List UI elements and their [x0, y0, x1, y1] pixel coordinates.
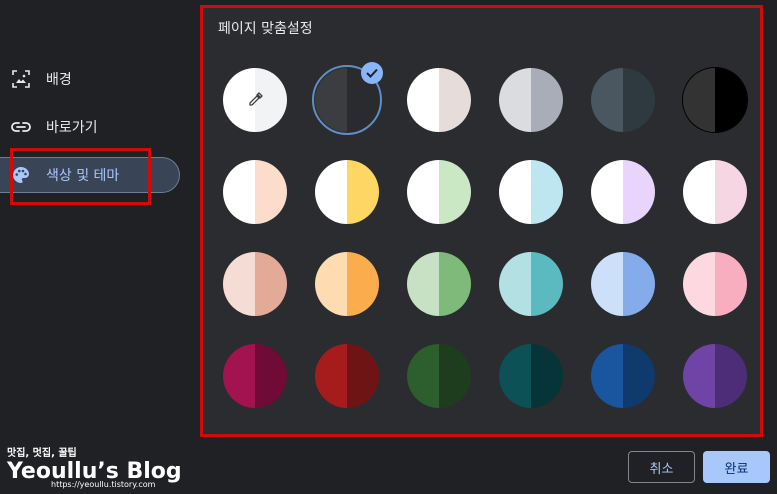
color-swatch[interactable] — [407, 344, 471, 408]
color-swatch[interactable] — [315, 160, 379, 224]
color-swatch[interactable] — [315, 252, 379, 316]
color-swatch[interactable] — [223, 252, 287, 316]
watermark-subtitle: 맛집, 멋집, 꿀팁 — [7, 448, 77, 459]
sidebar-item-label: 색상 및 테마 — [46, 168, 120, 184]
color-swatch[interactable] — [591, 68, 655, 132]
done-button[interactable]: 완료 — [703, 451, 770, 483]
color-swatch[interactable] — [683, 160, 747, 224]
color-swatch[interactable] — [499, 160, 563, 224]
color-swatch[interactable] — [407, 68, 471, 132]
palette-icon — [10, 164, 32, 186]
color-swatch[interactable] — [683, 252, 747, 316]
color-swatch[interactable] — [223, 68, 287, 132]
sidebar-item-label: 배경 — [46, 72, 72, 88]
color-swatch[interactable] — [591, 160, 655, 224]
sidebar-item-background[interactable]: 배경 — [0, 61, 180, 97]
color-swatch[interactable] — [683, 68, 747, 132]
eyedropper-icon — [247, 92, 263, 108]
color-swatch[interactable] — [591, 344, 655, 408]
color-swatch[interactable] — [407, 160, 471, 224]
customize-page-panel: 페이지 맞춤설정 — [203, 6, 762, 435]
color-swatch[interactable] — [591, 252, 655, 316]
background-image-icon — [10, 68, 32, 90]
sidebar: 배경 바로가기 색상 및 테마 — [0, 0, 195, 494]
color-swatch[interactable] — [407, 252, 471, 316]
panel-title: 페이지 맞춤설정 — [218, 21, 313, 37]
blog-watermark: 맛집, 멋집, 꿀팁 Yeoullu’s Blog https://yeoull… — [7, 444, 182, 489]
check-icon — [361, 62, 383, 84]
watermark-url: https://yeoullu.tistory.com — [51, 480, 156, 489]
link-icon — [10, 116, 32, 138]
sidebar-item-colors-theme[interactable]: 색상 및 테마 — [0, 157, 180, 193]
color-swatch[interactable] — [499, 68, 563, 132]
color-swatch[interactable] — [223, 160, 287, 224]
color-swatch[interactable] — [315, 344, 379, 408]
sidebar-item-shortcuts[interactable]: 바로가기 — [0, 109, 180, 145]
color-swatch[interactable] — [683, 344, 747, 408]
color-swatch[interactable] — [499, 252, 563, 316]
sidebar-item-label: 바로가기 — [46, 120, 98, 136]
cancel-button[interactable]: 취소 — [628, 451, 695, 483]
color-swatch[interactable] — [223, 344, 287, 408]
color-swatch[interactable] — [499, 344, 563, 408]
